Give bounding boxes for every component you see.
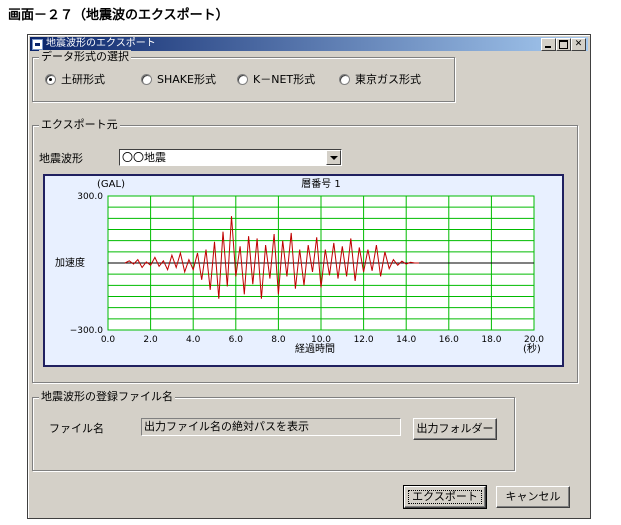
document-caption: 画面－２７（地震波のエクスポート） — [8, 8, 229, 23]
radio-label: K－NET形式 — [253, 73, 316, 86]
export-source-group-label: エクスポート元 — [39, 118, 120, 132]
window-title: 地震波形のエクスポート — [46, 38, 156, 49]
file-name-label: ファイル名 — [49, 422, 104, 435]
y-tick-label: 300.0 — [77, 192, 103, 202]
x-tick-label: 0.0 — [101, 335, 116, 345]
cancel-button[interactable]: キャンセル — [496, 486, 570, 508]
x-tick-label: 6.0 — [229, 335, 244, 345]
radio-label: SHAKE形式 — [157, 73, 216, 86]
radio-shake-format[interactable]: SHAKE形式 — [141, 72, 216, 86]
export-dialog: 地震波形のエクスポート ✕ データ形式の選択 土研形式 SHAKE形式 K－NE… — [27, 34, 591, 519]
radio-indicator[interactable] — [141, 73, 152, 85]
x-tick-label: 4.0 — [186, 335, 201, 345]
waveform-label: 地震波形 — [39, 152, 83, 165]
maximize-button[interactable] — [556, 38, 571, 51]
radio-label: 土研形式 — [61, 73, 105, 86]
registered-file-group-label: 地震波形の登録ファイル名 — [39, 390, 175, 404]
radio-knet-format[interactable]: K－NET形式 — [237, 72, 315, 86]
export-button[interactable]: エクスポート — [403, 485, 487, 509]
x-tick-label: 18.0 — [481, 335, 501, 345]
radio-label: 東京ガス形式 — [355, 73, 421, 86]
waveform-select-value: 〇〇地震 — [122, 151, 166, 164]
minimize-icon — [545, 46, 551, 48]
y-unit-label: (GAL) — [97, 179, 125, 190]
x-tick-label: 12.0 — [354, 335, 374, 345]
minimize-button[interactable] — [541, 38, 556, 51]
radio-indicator[interactable] — [237, 73, 248, 85]
chart-title: 層番号 1 — [301, 178, 341, 190]
radio-doken-format[interactable]: 土研形式 — [45, 72, 105, 86]
x-tick-label: 16.0 — [439, 335, 459, 345]
radio-indicator[interactable] — [45, 73, 56, 85]
app-icon[interactable] — [32, 39, 43, 50]
close-button[interactable]: ✕ — [571, 38, 586, 51]
waveform-chart-svg: (GAL) 層番号 1 加速度 経過時間 (秒) 0.0 2.0 4.0 6.0 8.0… — [55, 178, 544, 355]
file-path-field: 出力ファイル名の絶対パスを表示 — [141, 418, 401, 436]
title-bar[interactable]: 地震波形のエクスポート ✕ — [30, 37, 588, 51]
x-tick-label: 2.0 — [143, 335, 158, 345]
waveform-select[interactable]: 〇〇地震 — [119, 149, 342, 166]
export-source-group: エクスポート元 地震波形 〇〇地震 (GAL) 層番号 1 加速度 経過時間 (… — [32, 118, 578, 383]
close-icon: ✕ — [574, 39, 583, 49]
x-tick-label: 8.0 — [271, 335, 286, 345]
data-format-group-label: データ形式の選択 — [39, 50, 131, 64]
maximize-icon — [559, 40, 568, 49]
waveform-chart: (GAL) 層番号 1 加速度 経過時間 (秒) 0.0 2.0 4.0 6.0 8.0… — [43, 174, 564, 367]
y-axis-label: 加速度 — [55, 256, 85, 269]
output-folder-button[interactable]: 出力フォルダー — [413, 418, 497, 440]
focus-rect — [408, 490, 482, 504]
radio-tokyo-gas-format[interactable]: 東京ガス形式 — [339, 72, 421, 86]
x-tick-label: 10.0 — [311, 335, 331, 345]
radio-indicator[interactable] — [339, 73, 350, 85]
data-format-group: データ形式の選択 土研形式 SHAKE形式 K－NET形式 東京ガス形式 — [32, 50, 455, 102]
x-tick-label: 20.0 — [524, 335, 544, 345]
x-tick-label: 14.0 — [396, 335, 416, 345]
chevron-down-icon[interactable] — [326, 150, 341, 165]
y-tick-label: −300.0 — [70, 326, 104, 336]
registered-file-group: 地震波形の登録ファイル名 ファイル名 出力ファイル名の絶対パスを表示 出力フォル… — [32, 390, 515, 471]
